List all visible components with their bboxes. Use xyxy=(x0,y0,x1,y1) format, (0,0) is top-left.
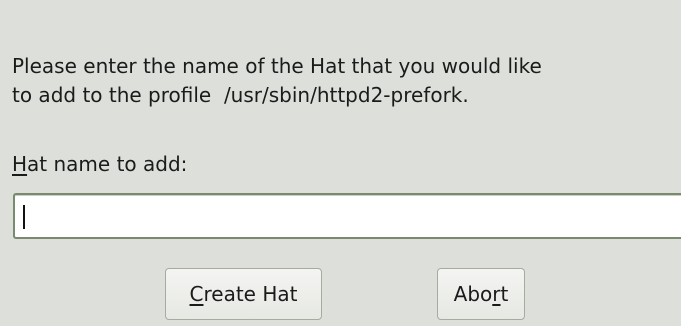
prompt-message: Please enter the name of the Hat that yo… xyxy=(12,52,680,110)
prompt-line-1: Please enter the name of the Hat that yo… xyxy=(12,54,542,78)
abort-label-start: Abo xyxy=(453,282,493,306)
hat-name-label: Hat name to add: xyxy=(12,150,187,179)
create-hat-button[interactable]: Create Hat xyxy=(165,268,322,320)
abort-label-end: t xyxy=(500,282,509,306)
text-caret xyxy=(23,205,25,229)
create-hat-mnemonic: C xyxy=(189,282,204,306)
add-hat-dialog: Please enter the name of the Hat that yo… xyxy=(0,0,681,326)
abort-mnemonic: r xyxy=(492,282,501,306)
abort-button[interactable]: Abo r t xyxy=(437,268,525,320)
hat-name-label-text: at name to add: xyxy=(27,152,188,176)
prompt-line-2: to add to the profile /usr/sbin/httpd2-p… xyxy=(12,83,469,107)
hat-name-input[interactable] xyxy=(13,193,681,239)
hat-name-label-mnemonic: H xyxy=(12,152,28,176)
create-hat-label: reate Hat xyxy=(203,282,298,306)
